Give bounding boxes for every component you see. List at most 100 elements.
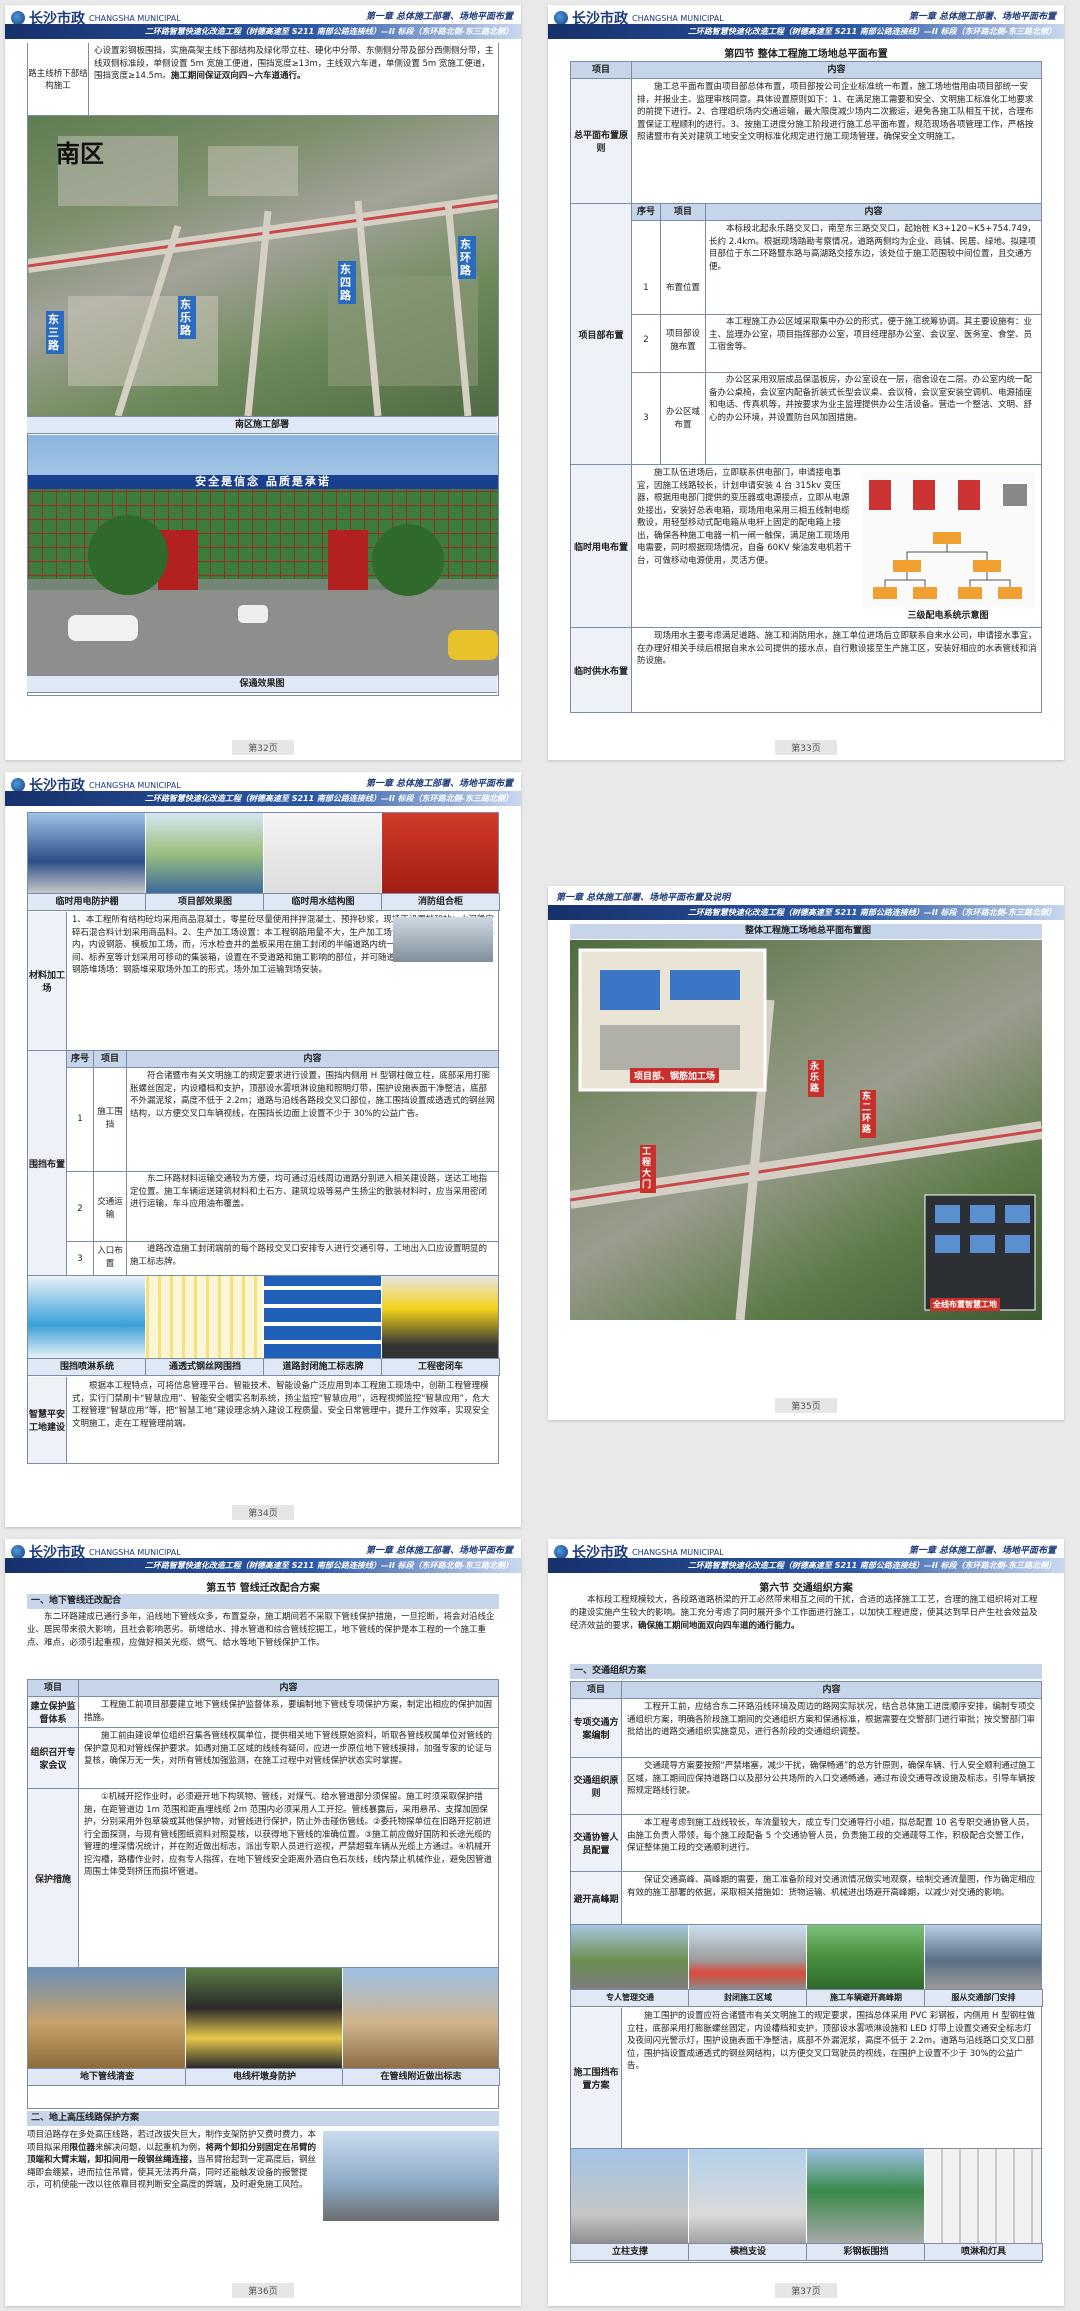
sub-row-number: 1 [643, 283, 649, 293]
table-header: 内容 [822, 1685, 841, 1695]
row-label: 建立保护监督体系 [28, 1697, 79, 1727]
map-label: 工程大门 [640, 1145, 656, 1193]
sub-row-item: 入口布置 [97, 1246, 123, 1269]
chapter-title: 第一章 总体施工部署、场地平面布置 [908, 1546, 1056, 1556]
row-text: 施工总平面布置由项目部总体布置，项目部按公司企业标准统一布置，施工场地借用由项目… [637, 82, 1034, 142]
page-37: 长沙市政 CHANGSHA MUNICIPAL 第一章 总体施工部署、场地平面布置… [548, 1539, 1064, 2306]
table-header: 内容 [827, 65, 846, 75]
map-label: 全线布置智慧工地 [930, 1298, 1000, 1311]
table-header: 序号 [632, 204, 661, 220]
sub-row-text: 本工程施工办公区域采取集中办公的形式，便于施工统筹协调。其主要设施有：业主、监理… [709, 317, 1033, 352]
figure-caption: 道路封闭施工标志牌 [263, 1358, 383, 1376]
chapter-title: 第一章 总体施工部署、场地平面布置 [365, 1546, 513, 1556]
row-label: 施工围挡布置方案 [571, 2008, 622, 2148]
sub-row-text: 本标段北起永乐路交叉口，南至东三路交叉口，起始桩 K3+120~K5+754.7… [709, 224, 1036, 272]
section-title: 第四节 整体工程施工场地总平面布置 [724, 49, 888, 60]
row-text: 心设置彩钢板围挡，实施高架主线下部结构及绿化带立柱、硬化中分带、东侧侧分带及部分… [94, 46, 494, 81]
row-label: 保护措施 [28, 1789, 79, 1967]
page-34: 长沙市政 CHANGSHA MUNICIPAL 第一章 总体施工部署、场地平面布置… [5, 772, 521, 1527]
page-header: 第一章 总体施工部署、场地平面布置及说明 二环路智慧快速化改造工程（树德高速至 … [548, 886, 1064, 924]
figure-caption: 封闭施工区域 [688, 1989, 808, 2007]
table-header: 内容 [279, 1683, 298, 1693]
intro-paragraph: 东二环路建成已通行多年，沿线地下管线众多，布置复杂，施工期间若不采取下管线保护措… [27, 1612, 495, 1648]
h2-paragraph: 项目沿路存在多处高压线路，若过改拔失巨大，制作支架防护又费时费力，本项目拟采用限… [27, 2130, 317, 2190]
row-label: 交通协管人员配置 [571, 1815, 622, 1871]
subsection-heading: 二、地上高压线路保护方案 [27, 2111, 499, 2126]
row-label: 交通组织原则 [571, 1758, 622, 1814]
project-band: 二环路智慧快速化改造工程（树德高速至 S211 南部公路连接线）—II 标段（东… [548, 1558, 1064, 1573]
table-header: 序号 [67, 1051, 94, 1067]
table: 项目 内容 专项交通方案编制 工程开工前，应结合东二环路沿线环境及周边的路网实际… [570, 1681, 1043, 2263]
figure-caption: 工程密闭车 [381, 1358, 500, 1376]
figure-caption: 消防组合柜 [381, 893, 500, 911]
photo-fire-cabinet [382, 813, 498, 893]
row-label: 材料加工场 [28, 912, 67, 1050]
sub-row-text: 道路改造施工封闭端前的每个路段交叉口安排专人进行交通引导，工地出入口应设置明显的… [130, 1244, 488, 1267]
sub-row-item: 施工围挡 [97, 1107, 123, 1130]
page-header: 长沙市政 CHANGSHA MUNICIPAL 第一章 总体施工部署、场地平面布置… [548, 5, 1064, 43]
section-title: 第五节 管线迁改配合方案 [206, 1583, 320, 1594]
row-label: 智慧平安工地建设 [28, 1377, 67, 1463]
row-text: 工程施工前项目部要建立地下管线保护监督体系，要编制地下管线专项保护方案，制定出相… [84, 1700, 493, 1723]
map-label: 东乐路 [178, 296, 196, 339]
row-text: 施工围护的设置应符合诸暨市有关文明施工的规定要求，围挡总体采用 PVC 彩钢板，… [627, 2011, 1036, 2071]
logo-icon [11, 11, 25, 25]
table: 临时用电防护棚 项目部效果图 临时用水结构图 消防组合柜 材料加工场 1、本工程… [27, 812, 500, 1464]
row-text: 根据本工程特点，可将信息管理平台、智能技术、智能设备广泛应用到本工程施工现场中，… [72, 1381, 490, 1429]
figure-caption: 电线杆墩身防护 [185, 2068, 344, 2086]
row-label: 避开高峰期 [571, 1872, 622, 1924]
sub-row-item: 布置位置 [665, 283, 700, 293]
row-label: 路主线桥下部结构施工 [28, 43, 89, 115]
photo-processing-yard [393, 917, 493, 962]
row-text: 现场用水主要考虑满足道路、施工和消防用水，施工单位进场后立即联系自来水公司，申请… [637, 631, 1037, 666]
figure-caption: 南区施工部署 [27, 416, 497, 434]
row-text: 保证交通高峰、高峰期的需要，施工准备阶段对交通流情况做实地观察，绘制交通流量图，… [627, 1875, 1036, 1898]
row-label: 专项交通方案编制 [571, 1699, 622, 1757]
figure-caption: 横档支设 [688, 2243, 808, 2261]
photo-pipeline-sign [343, 1968, 498, 2068]
subsection-heading: 一、交通组织方案 [570, 1664, 1042, 1679]
table-header: 项目 [571, 62, 632, 78]
project-band: 二环路智慧快速化改造工程（树德高速至 S211 南部公路连接线）—II 标段（东… [548, 24, 1064, 39]
chapter-title: 第一章 总体施工部署、场地平面布置 [908, 12, 1056, 22]
power-system-diagram [863, 472, 1035, 607]
row-text: 施工前由建设单位组织召集各管线权属单位，提供相关地下管线原始资料，听取各管线权属… [84, 1731, 493, 1766]
logo-icon [11, 1545, 25, 1559]
figure-caption: 临时用水结构图 [263, 893, 383, 911]
intro-paragraph: 本标段工程规模较大，各段路道路桥梁的开工必然带来相互之间的干扰，合适的选择施工工… [570, 1595, 1038, 1631]
table-header: 项目 [661, 204, 706, 220]
page-number: 第35页 [548, 1398, 1064, 1413]
photo-column-support [571, 2149, 688, 2243]
figure-caption: 专人管理交通 [570, 1989, 690, 2007]
table-header: 内容 [864, 207, 883, 217]
photo-crane-limiter [323, 2131, 499, 2221]
sub-row-number: 2 [77, 1204, 83, 1214]
sub-row-number: 1 [77, 1114, 83, 1124]
sub-row-number: 2 [643, 335, 649, 345]
table-header: 项目 [28, 1680, 79, 1696]
page-number: 第33页 [548, 740, 1064, 755]
page-32: 长沙市政 CHANGSHA MUNICIPAL 第一章 总体施工部署、场地平面布置… [5, 5, 521, 760]
row-label: 项目部布置 [571, 204, 632, 464]
photo-steel-panel [807, 2149, 924, 2243]
map-title: 整体工程施工场地总平面布置图 [570, 924, 1042, 939]
figure-caption: 地下管线清查 [27, 2068, 187, 2086]
gate-graphic [28, 475, 498, 675]
project-band: 二环路智慧快速化改造工程（树德高速至 S211 南部公路连接线）—II 标段（东… [5, 1558, 521, 1573]
subsection-heading: 一、地下管线迁改配合 [27, 1594, 499, 1609]
table-header: 内容 [303, 1054, 322, 1064]
row-label: 临时用电布置 [571, 465, 632, 627]
photo-sealed-truck [382, 1276, 498, 1358]
row-text: 本工程考虑到施工战线较长，车流量较大，成立专门交通导行小组，拟总配置 10 名专… [627, 1818, 1035, 1853]
sub-row-item: 办公区域布置 [665, 407, 700, 430]
sub-row-text: 办公区采用双层成品保温板房，办公室设在一层，宿舍设在二层。办公室内统一配备办公桌… [709, 375, 1033, 423]
photo-spray-lights [925, 2149, 1041, 2243]
figure-caption: 临时用电防护棚 [27, 893, 147, 911]
section-title: 第六节 交通组织方案 [759, 1583, 853, 1594]
row-label: 总平面布置原则 [571, 79, 632, 203]
logo-icon [11, 778, 25, 792]
figure-caption: 彩钢板围挡 [806, 2243, 926, 2261]
photo-peak-avoid [807, 1925, 924, 1989]
south-area-aerial-image: 南区 东三路 东乐路 东四路 东环路 [28, 116, 498, 416]
table: 项目 内容 总平面布置原则 施工总平面布置由项目部总体布置，项目部按公司企业标准… [570, 61, 1042, 713]
